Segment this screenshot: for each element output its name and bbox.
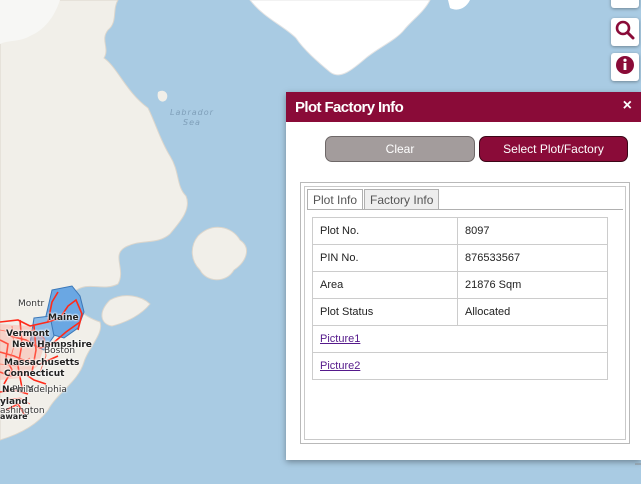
plot-info-table: Plot No. 8097 PIN No. 876533567 Area 218… xyxy=(312,217,608,380)
resize-grip-icon[interactable] xyxy=(635,452,641,465)
row-value-pin-no: 876533567 xyxy=(457,244,608,272)
map-label-maine: Maine xyxy=(48,313,79,323)
grid-icon xyxy=(617,0,633,8)
map-label-delaware: aware xyxy=(0,412,28,421)
clear-button[interactable]: Clear xyxy=(325,136,475,162)
table-row: Picture2 xyxy=(312,352,608,380)
sea-label-line2: Sea xyxy=(182,118,201,127)
sea-label: Labrador Sea xyxy=(170,108,214,128)
dialog-title: Plot Factory Info xyxy=(295,98,404,116)
sea-label-line1: Labrador xyxy=(170,108,214,117)
table-row: Area 21876 Sqm xyxy=(312,271,608,299)
select-plot-factory-button[interactable]: Select Plot/Factory xyxy=(479,136,628,162)
close-icon[interactable]: × xyxy=(623,98,632,114)
row-value-plot-status: Allocated xyxy=(457,298,608,326)
row-label-pin-no: PIN No. xyxy=(312,244,458,272)
table-row: PIN No. 876533567 xyxy=(312,244,608,272)
map-label-massachusetts: Massachusetts xyxy=(4,358,80,368)
tab-content-plot-info: Plot No. 8097 PIN No. 876533567 Area 218… xyxy=(307,209,623,437)
table-row: Plot Status Allocated xyxy=(312,298,608,326)
row-label-plot-status: Plot Status xyxy=(312,298,458,326)
info-panel-inner: Plot Info Factory Info Plot No. 8097 PIN… xyxy=(304,186,626,440)
picture-link-cell: Picture2 xyxy=(312,352,608,380)
map-label-montreal: Montr xyxy=(18,299,45,309)
row-label-area: Area xyxy=(312,271,458,299)
plot-factory-info-dialog: Plot Factory Info × Clear Select Plot/Fa… xyxy=(286,92,641,465)
row-label-plot-no: Plot No. xyxy=(312,217,458,245)
map-label-philadelphia: Philadelphia xyxy=(12,385,67,395)
info-button[interactable] xyxy=(611,53,639,81)
map-label-boston: Boston xyxy=(44,346,76,356)
info-tabs: Plot Info Factory Info xyxy=(307,189,440,210)
search-button[interactable] xyxy=(611,18,639,46)
layers-button[interactable] xyxy=(611,0,639,8)
dialog-header[interactable]: Plot Factory Info × xyxy=(286,92,641,122)
picture-link-cell: Picture1 xyxy=(312,325,608,353)
tab-plot-info[interactable]: Plot Info xyxy=(307,189,364,210)
row-value-plot-no: 8097 xyxy=(457,217,608,245)
table-row: Picture1 xyxy=(312,325,608,353)
info-icon xyxy=(615,55,635,80)
row-value-area: 21876 Sqm xyxy=(457,271,608,299)
tab-factory-info[interactable]: Factory Info xyxy=(364,189,440,210)
search-icon xyxy=(615,20,635,45)
map-label-vermont: Vermont xyxy=(6,329,50,339)
table-row: Plot No. 8097 xyxy=(312,217,608,245)
map-label-connecticut: Connecticut xyxy=(4,369,65,379)
picture2-link[interactable]: Picture2 xyxy=(320,360,360,372)
info-panel: Plot Info Factory Info Plot No. 8097 PIN… xyxy=(300,182,630,444)
picture1-link[interactable]: Picture1 xyxy=(320,333,360,345)
